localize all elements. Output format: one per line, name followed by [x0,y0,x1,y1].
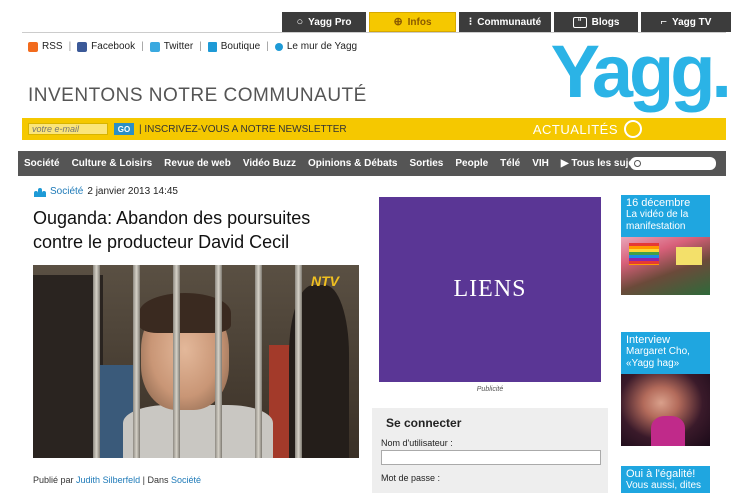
byline-category-link[interactable]: Société [171,475,201,485]
tab-yagg-pro[interactable]: ○ Yagg Pro [282,12,366,32]
microphone-figure [651,416,685,446]
article-title[interactable]: Ouganda: Abandon des poursuites contre l… [33,206,363,254]
tv-icon: ⌐ [660,15,667,28]
site-logo[interactable]: Yagg. [551,35,732,109]
nav-item-opinions[interactable]: Opinions & Débats [308,158,397,169]
boutique-link[interactable]: Boutique [221,41,260,52]
search-icon [634,160,641,167]
mur-link[interactable]: Le mur de Yagg [287,41,357,52]
quote-icon: “ [572,16,587,28]
promo-caption: Oui à l'égalité! Vous aussi, dites [621,466,710,493]
promo-kicker: Oui à l'égalité! [626,468,696,480]
author-link[interactable]: Judith Silberfeld [76,475,140,485]
ntv-logo: NTV [311,273,339,289]
promo-manifestation[interactable]: 16 décembre La vidéo de la manifestation [621,195,710,295]
byline-separator: | Dans [142,475,169,485]
shirt-icon [207,41,217,52]
tab-label: Yagg Pro [308,16,352,28]
tab-label: Blogs [591,16,620,28]
site-header: RSS | Facebook | Twitter | Boutique | Le… [22,32,732,117]
cell-bar [295,265,302,458]
social-links: RSS | Facebook | Twitter | Boutique | Le… [28,41,357,52]
tab-label: Infos [407,16,432,28]
tab-communaute[interactable]: ⁝ Communauté [459,12,551,32]
sign-icon [676,247,702,265]
promo-text: Vous aussi, dites [626,480,702,491]
promo-caption: 16 décembre La vidéo de la manifestation [621,195,710,237]
nav-item-vih[interactable]: VIH [532,158,549,169]
cell-bar [215,265,222,458]
divider: | [266,41,269,52]
article-photo[interactable]: NTV [33,265,359,458]
username-field[interactable] [381,450,601,465]
promo-text: La vidéo de la manifestation [626,209,689,232]
twitter-icon [149,41,160,52]
site-tagline: INVENTONS NOTRE COMMUNAUTÉ [28,85,367,106]
nav-item-tele[interactable]: Télé [500,158,520,169]
globe-icon: ⊕ [393,15,403,28]
cell-bar [133,265,140,458]
people-icon [34,187,46,197]
divider: | [199,41,202,52]
globe-icon [624,120,642,138]
search-input[interactable] [630,157,716,170]
username-label: Nom d'utilisateur : [381,438,453,448]
main-nav: Société Culture & Loisirs Revue de web V… [18,151,726,176]
login-title: Se connecter [386,416,462,430]
facebook-icon [77,41,88,52]
cell-bar [173,265,180,458]
twitter-link[interactable]: Twitter [164,41,193,52]
nav-item-video[interactable]: Vidéo Buzz [243,158,296,169]
promo-kicker: Interview [626,334,671,346]
article-date: 2 janvier 2013 14:45 [87,186,178,197]
nav-item-revue[interactable]: Revue de web [164,158,231,169]
article-byline: Publié par Judith Silberfeld | Dans Soci… [33,475,201,485]
promo-kicker: 16 décembre [626,197,691,209]
rss-link[interactable]: RSS [42,41,63,52]
newsletter-go-button[interactable]: GO [114,123,134,135]
circle-icon: ○ [296,15,304,28]
login-box: Se connecter Nom d'utilisateur : Mot de … [372,408,608,493]
promo-egalite[interactable]: Oui à l'égalité! Vous aussi, dites [621,466,710,493]
section-title: ACTUALITÉS [532,122,618,137]
nav-item-societe[interactable]: Société [24,158,60,169]
ad-caption: Publicité [476,386,504,393]
promo-image [621,237,710,295]
cell-bar [93,265,100,458]
tab-infos[interactable]: ⊕ Infos [369,12,456,32]
tab-blogs[interactable]: “ Blogs [554,12,638,32]
nav-item-culture[interactable]: Culture & Loisirs [72,158,153,169]
people-icon: ⁝ [468,15,473,28]
ad-label: LIENS [453,276,527,302]
dot-icon [274,42,283,51]
tab-label: Communauté [477,16,542,28]
nav-item-sorties[interactable]: Sorties [409,158,443,169]
tab-yagg-tv[interactable]: ⌐ Yagg TV [641,12,731,32]
newsletter-email-input[interactable] [28,123,108,135]
password-label: Mot de passe : [381,473,441,483]
article-meta: Société 2 janvier 2013 14:45 [34,186,178,197]
promo-text: Margaret Cho, «Yagg hag» [626,346,690,369]
facebook-link[interactable]: Facebook [91,41,135,52]
promo-caption: Interview Margaret Cho, «Yagg hag» [621,332,710,374]
ad-banner[interactable]: LIENS [379,197,601,382]
cell-bar [255,265,262,458]
tab-label: Yagg TV [671,16,712,28]
rss-icon [28,41,38,52]
divider: | [141,41,144,52]
nav-item-people[interactable]: People [455,158,488,169]
rainbow-flag-icon [629,243,659,265]
article-category-link[interactable]: Société [50,186,83,197]
divider: | [68,41,72,52]
newsletter-bar: GO | INSCRIVEZ-VOUS A NOTRE NEWSLETTER A… [22,118,726,140]
promo-interview[interactable]: Interview Margaret Cho, «Yagg hag» [621,332,710,446]
photo-bg [123,405,273,458]
promo-image [621,374,710,446]
byline-prefix: Publié par [33,475,74,485]
newsletter-text: | INSCRIVEZ-VOUS A NOTRE NEWSLETTER [139,123,347,135]
top-tabs: ○ Yagg Pro ⊕ Infos ⁝ Communauté “ Blogs … [282,12,731,32]
